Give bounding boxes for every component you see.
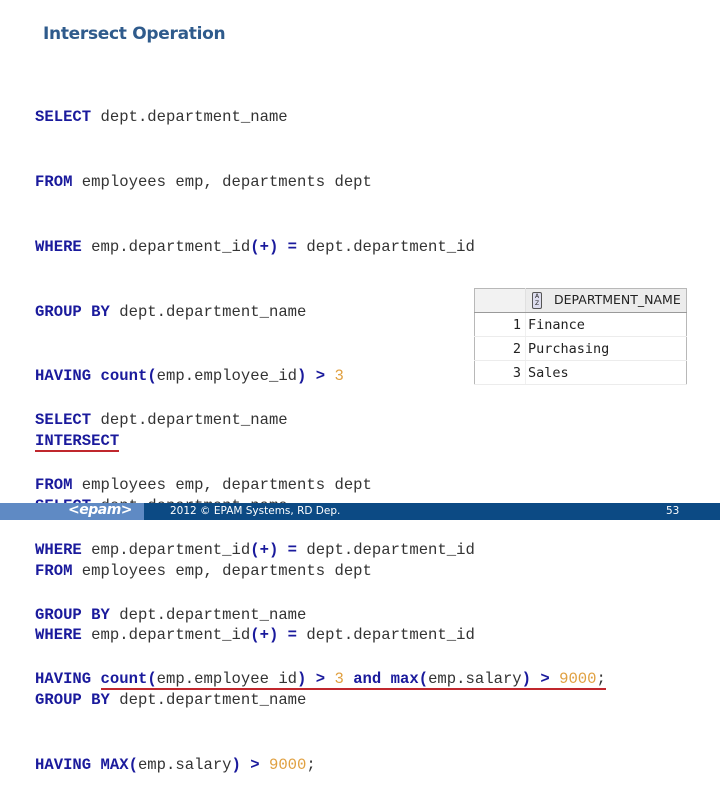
sql-keyword: GROUP BY <box>35 302 110 321</box>
sql-number: 9000 <box>268 756 307 774</box>
code-line: FROM employees emp, departments dept <box>35 172 475 194</box>
sql-paren: ( <box>418 670 429 689</box>
sql-text: dept.department_name <box>109 605 307 624</box>
slide-title: Intersect Operation <box>43 24 226 44</box>
sql-terminator: ; <box>596 670 606 689</box>
sql-keyword: WHERE <box>35 540 82 559</box>
sql-keyword: HAVING <box>35 756 92 774</box>
code-line: GROUP BY dept.department_name <box>35 302 475 324</box>
sql-text: emp.salary <box>137 756 232 774</box>
code-line: SELECT dept.department_name <box>35 410 606 432</box>
sql-text: employees emp, departments dept <box>72 475 372 494</box>
sql-paren: ( <box>128 756 138 774</box>
sql-text: dept.department_id <box>297 237 475 256</box>
code-line: GROUP BY dept.department_name <box>35 605 606 627</box>
sql-text: dept.department_name <box>91 411 288 430</box>
code-line: HAVING MAX(emp.salary) > 9000; <box>35 755 475 777</box>
sql-keyword: SELECT <box>35 108 92 127</box>
sql-text: emp.salary <box>428 670 522 689</box>
sql-keyword: WHERE <box>35 237 82 256</box>
code-line: WHERE emp.department_id(+) = dept.depart… <box>35 237 475 259</box>
sql-text: dept.department_name <box>91 108 288 127</box>
sql-operator: > <box>531 670 550 689</box>
sql-function: MAX <box>100 756 129 774</box>
epam-logo: <epam> <box>68 502 133 518</box>
slide-footer: <epam> 2012 © EPAM Systems, RD Dep. 53 <box>0 502 720 520</box>
sql-operator: (+) = <box>250 540 298 559</box>
code-line: WHERE emp.department_id(+) = dept.depart… <box>35 540 606 562</box>
code-line: SELECT dept.department_name <box>35 107 475 129</box>
sql-number: 9000 <box>559 670 597 689</box>
code-line: HAVING count(emp.employee id) > 3 and ma… <box>35 669 606 691</box>
sql-text: emp.employee id <box>156 670 298 689</box>
column-header-department-name[interactable]: A Z DEPARTMENT_NAME <box>525 288 687 313</box>
row-number: 2 <box>474 336 526 361</box>
column-header-label: DEPARTMENT_NAME <box>554 292 681 307</box>
code-line: FROM employees emp, departments dept <box>35 475 606 497</box>
sort-az-icon: AZ <box>532 292 542 309</box>
sql-operator: > <box>306 670 326 689</box>
table-row[interactable]: 2 Purchasing <box>474 336 687 361</box>
footer-logo-area: <epam> <box>0 502 144 520</box>
row-number: 1 <box>474 312 526 337</box>
sql-text: dept.department_id <box>297 540 475 559</box>
sql-function: count <box>100 670 148 689</box>
sql-keyword: FROM <box>35 475 73 494</box>
sql-operator: > <box>240 756 260 774</box>
sql-operator: (+) = <box>250 237 298 256</box>
cell-department-name[interactable]: Finance <box>525 312 687 337</box>
sql-text: dept.department_name <box>109 302 307 321</box>
sql-paren: ) <box>521 670 532 689</box>
sql-keyword: FROM <box>35 172 73 191</box>
page-number: 53 <box>666 505 680 517</box>
sql-terminator: ; <box>306 756 316 774</box>
sql-keyword: HAVING <box>35 670 92 689</box>
sql-paren: ) <box>231 756 241 774</box>
sql-number: 3 <box>334 670 344 689</box>
sql-keyword: GROUP BY <box>35 605 110 624</box>
table-row[interactable]: 1 Finance <box>474 312 687 337</box>
sql-paren: ( <box>147 670 157 689</box>
cell-department-name[interactable]: Purchasing <box>525 336 687 361</box>
sql-keyword: SELECT <box>35 411 92 430</box>
sql-text: emp.department_id <box>81 540 251 559</box>
result-header-row: A Z DEPARTMENT_NAME <box>474 288 687 313</box>
sql-text: employees emp, departments dept <box>72 172 372 191</box>
sql-paren: ) <box>297 670 307 689</box>
row-number-header <box>474 288 526 313</box>
highlighted-condition: count(emp.employee id) > 3 and max(emp.s… <box>100 670 606 691</box>
sql-function: max <box>390 670 419 689</box>
sql-keyword-and: and <box>353 670 382 689</box>
footer-copyright: 2012 © EPAM Systems, RD Dep. <box>170 505 341 517</box>
sql-text: emp.department_id <box>81 237 251 256</box>
